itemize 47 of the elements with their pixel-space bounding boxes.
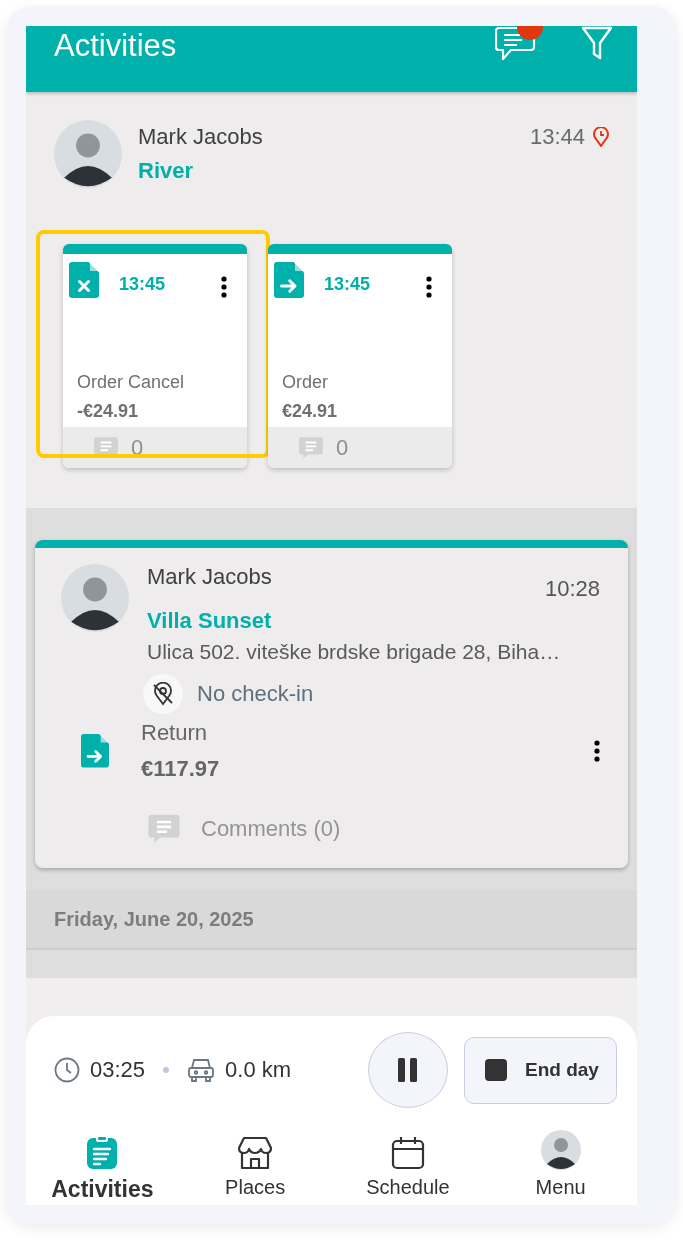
document-type: Order Cancel — [76, 372, 186, 393]
nav-tab[interactable]: Schedule — [331, 1130, 485, 1203]
clock-icon — [54, 1057, 80, 1083]
filter-icon[interactable] — [581, 26, 613, 60]
store-icon[interactable] — [237, 1136, 274, 1170]
document-x-icon — [69, 262, 99, 298]
person-name: Mark Jacobs — [138, 124, 264, 150]
checkin-status: No check-in — [197, 681, 314, 707]
document-type: Order — [281, 372, 329, 393]
document-amount: -€24.91 — [76, 400, 140, 422]
activity-card[interactable]: Mark Jacobs 10:28 Villa Sunset Ulica 502. viteške brdske brigade 28, Biha… No check-in Return €117.97 Comments (0) — [35, 540, 628, 868]
calendar-icon[interactable] — [390, 1136, 425, 1170]
nav-tab[interactable]: Places — [178, 1130, 332, 1203]
comment-count: 0 — [336, 434, 349, 461]
document-arrow-icon — [274, 262, 304, 298]
pause-icon — [398, 1058, 418, 1082]
date-text: Friday, June 20, 2025 — [54, 907, 254, 931]
no-location-icon — [143, 674, 183, 714]
nav-tab[interactable]: Activities — [26, 1130, 179, 1203]
more-icon[interactable] — [594, 740, 600, 762]
comment-icon — [93, 434, 119, 461]
distance-text: 0.0 km — [225, 1057, 292, 1083]
comment-icon — [147, 812, 181, 846]
document-amount: €24.91 — [281, 400, 339, 422]
document-time: 13:45 — [119, 273, 167, 295]
avatar-icon — [540, 1130, 581, 1170]
person-avatar — [54, 120, 122, 188]
more-icon[interactable] — [221, 276, 227, 298]
duration-text: 03:25 — [90, 1057, 146, 1083]
address-text: Ulica 502. viteške brdske brigade 28, Biha… — [147, 640, 562, 664]
comment-icon — [298, 434, 324, 461]
document-amount: €117.97 — [141, 756, 221, 782]
document-time: 13:45 — [324, 273, 372, 295]
document-arrow-icon — [81, 734, 109, 768]
more-icon[interactable] — [426, 276, 432, 298]
nav-tab[interactable]: Menu — [484, 1130, 637, 1203]
clipboard-icon[interactable] — [86, 1136, 119, 1170]
car-icon — [187, 1057, 216, 1083]
document-type: Return — [141, 720, 209, 746]
person-name: Mark Jacobs — [147, 564, 272, 591]
location-clock-icon — [593, 127, 609, 147]
activity-time: 10:28 — [544, 575, 600, 602]
visit-time: 13:44 — [529, 124, 585, 150]
person-avatar — [61, 564, 129, 632]
document-card[interactable]: 13:45 Order €24.91 0 — [268, 244, 452, 468]
end-day-button[interactable]: End day — [464, 1036, 617, 1104]
page-title: Activities — [54, 28, 178, 64]
